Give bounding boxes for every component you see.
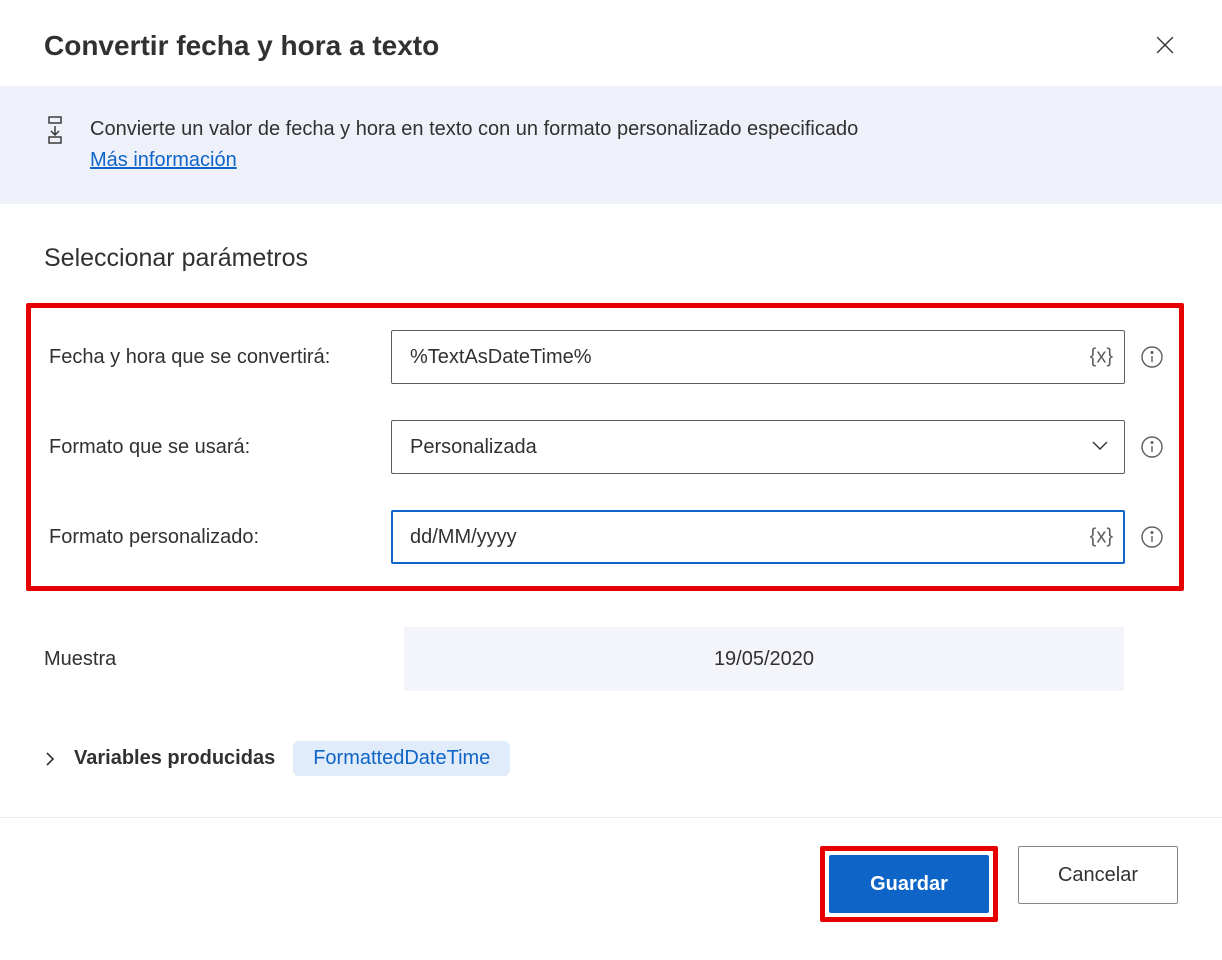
dialog-convert-datetime: Convertir fecha y hora a texto Convierte…	[0, 0, 1222, 960]
input-wrap-datetime: {x}	[391, 330, 1125, 384]
dialog-title: Convertir fecha y hora a texto	[44, 30, 439, 62]
highlighted-parameters: Fecha y hora que se convertirá: {x} Form…	[26, 303, 1184, 591]
label-format: Formato que se usará:	[49, 436, 377, 459]
datetime-input[interactable]	[391, 330, 1125, 384]
chevron-right-icon	[44, 751, 56, 767]
dialog-footer: Guardar Cancelar	[0, 817, 1222, 960]
cancel-button[interactable]: Cancelar	[1018, 846, 1178, 904]
close-button[interactable]	[1152, 32, 1178, 61]
custom-format-input[interactable]	[391, 510, 1125, 564]
label-sample: Muestra	[44, 648, 390, 671]
info-icon[interactable]	[1139, 434, 1165, 460]
row-format: Formato que se usará: Personalizada	[31, 420, 1179, 474]
output-variable-pill[interactable]: FormattedDateTime	[293, 741, 510, 776]
row-custom-format: Formato personalizado: {x}	[31, 510, 1179, 564]
format-select[interactable]: Personalizada	[391, 420, 1125, 474]
action-icon	[44, 114, 66, 149]
label-custom-format: Formato personalizado:	[49, 526, 377, 549]
variables-produced-label: Variables producidas	[74, 747, 275, 770]
variable-picker-icon[interactable]: {x}	[1090, 526, 1113, 549]
label-datetime: Fecha y hora que se convertirá:	[49, 346, 377, 369]
format-select-value: Personalizada	[410, 436, 537, 459]
info-icon[interactable]	[1139, 524, 1165, 550]
dialog-content: Seleccionar parámetros Fecha y hora que …	[0, 204, 1222, 817]
info-description: Convierte un valor de fecha y hora en te…	[90, 118, 858, 140]
close-icon	[1156, 36, 1174, 57]
row-datetime: Fecha y hora que se convertirá: {x}	[31, 330, 1179, 384]
input-wrap-custom-format: {x}	[391, 510, 1125, 564]
sample-value: 19/05/2020	[404, 627, 1124, 691]
info-icon[interactable]	[1139, 344, 1165, 370]
dialog-header: Convertir fecha y hora a texto	[0, 0, 1222, 86]
save-button-highlight: Guardar	[820, 846, 998, 922]
variable-picker-icon[interactable]: {x}	[1090, 346, 1113, 369]
variables-produced-row[interactable]: Variables producidas FormattedDateTime	[44, 741, 1178, 776]
section-title: Seleccionar parámetros	[44, 244, 1178, 273]
info-banner: Convierte un valor de fecha y hora en te…	[0, 86, 1222, 204]
save-button[interactable]: Guardar	[829, 855, 989, 913]
more-info-link[interactable]: Más información	[90, 149, 237, 171]
select-wrap-format: Personalizada	[391, 420, 1125, 474]
info-text-block: Convierte un valor de fecha y hora en te…	[90, 114, 858, 176]
row-sample: Muestra 19/05/2020	[44, 627, 1178, 691]
